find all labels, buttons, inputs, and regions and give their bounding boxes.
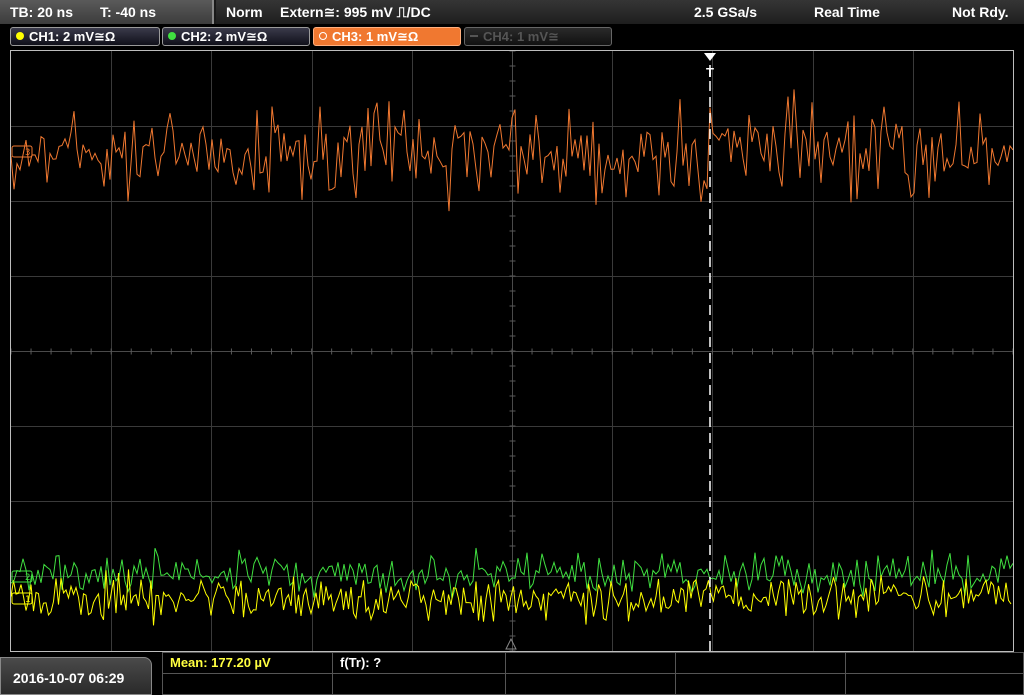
sample-rate: 2.5 GSa/s — [694, 4, 758, 20]
trigger-offset-icon[interactable] — [505, 637, 517, 650]
channel-3-indicator-icon — [319, 32, 327, 40]
channel-1-indicator-icon — [16, 32, 24, 40]
ch1-offset-marker[interactable]: 1 — [11, 592, 33, 605]
ch3-offset-marker[interactable]: 3 — [11, 145, 33, 158]
grid-lines — [11, 51, 1013, 651]
channel-bar: CH1: 2 mV≅Ω CH2: 2 mV≅Ω CH3: 1 mV≅Ω CH4:… — [0, 24, 1024, 50]
trigger-mode: Norm — [226, 4, 263, 20]
channel-2-button[interactable]: CH2: 2 mV≅Ω — [162, 27, 310, 46]
channel-4-label: CH4: 1 mV≅ — [483, 29, 559, 44]
channel-2-label: CH2: 2 mV≅Ω — [181, 29, 268, 44]
svg-text:3: 3 — [25, 148, 30, 158]
waveform-display[interactable]: T 3 2 1 — [11, 51, 1013, 651]
acquisition-mode: Real Time — [814, 4, 880, 20]
mean-measurement: Mean: 177.20 µV — [170, 655, 271, 670]
trigger-position-arrow-icon[interactable] — [704, 53, 716, 61]
trigger-source: Extern≅: 995 mV ⎍/DC — [280, 4, 431, 20]
acquisition-state: Not Rdy. — [952, 4, 1009, 20]
ch1-trace — [11, 569, 1012, 626]
channel-2-indicator-icon — [168, 32, 176, 40]
svg-text:1: 1 — [25, 595, 30, 605]
timebase-label: TB: 20 ns — [10, 4, 74, 20]
channel-4-indicator-icon — [470, 35, 478, 37]
channel-1-label: CH1: 2 mV≅Ω — [29, 29, 116, 44]
svg-text:2: 2 — [25, 573, 30, 583]
channel-1-button[interactable]: CH1: 2 mV≅Ω — [10, 27, 160, 46]
trigger-marker-label: T — [706, 65, 714, 80]
datetime-label: 2016-10-07 06:29 — [13, 670, 125, 686]
measurement-panel[interactable]: Mean: 177.20 µV f(Tr): ? — [162, 652, 1024, 695]
channel-4-button[interactable]: CH4: 1 mV≅ — [464, 27, 612, 46]
trigger-frequency-measurement: f(Tr): ? — [340, 655, 382, 670]
channel-3-button[interactable]: CH3: 1 mV≅Ω — [313, 27, 461, 46]
timebase-box[interactable]: TB: 20 ns T: -40 ns — [0, 0, 214, 24]
trigger-time-label: T: -40 ns — [100, 4, 157, 20]
datetime-box: 2016-10-07 06:29 — [0, 657, 152, 695]
acquisition-status[interactable]: Norm Extern≅: 995 mV ⎍/DC 2.5 GSa/s Real… — [216, 0, 1024, 24]
top-status-bar: TB: 20 ns T: -40 ns Norm Extern≅: 995 mV… — [0, 0, 1024, 24]
channel-3-label: CH3: 1 mV≅Ω — [332, 29, 419, 44]
